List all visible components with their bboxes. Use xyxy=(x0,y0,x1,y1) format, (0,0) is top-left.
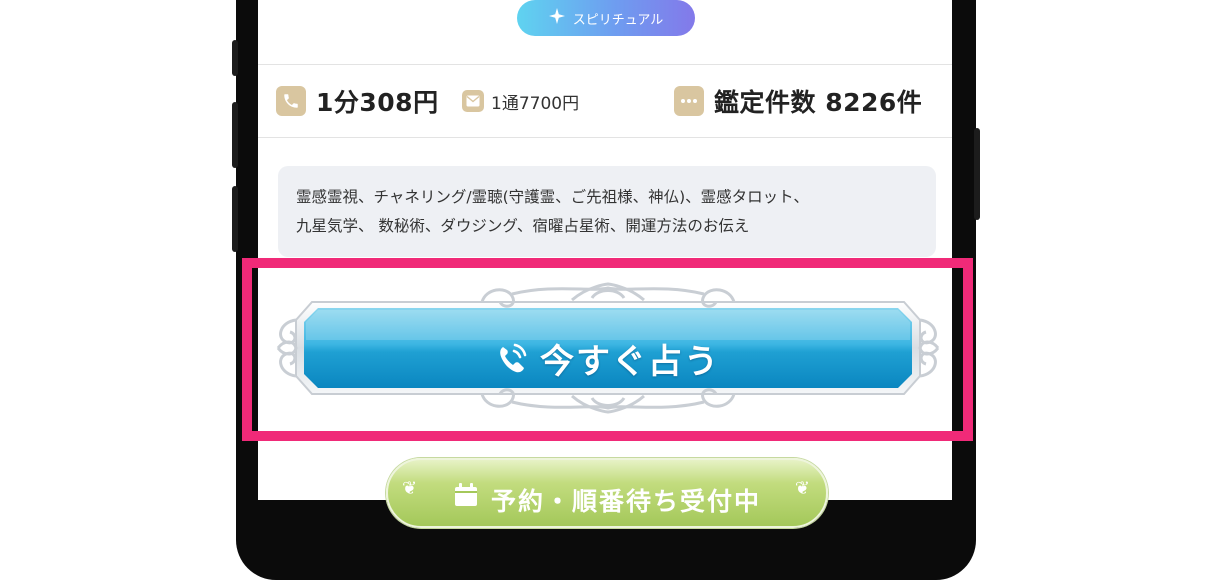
skills-box: 霊感霊視、チャネリング/霊聴(守護霊、ご先祖様、神仏)、霊感タロット、 九星気学… xyxy=(278,166,936,257)
chat-bubble-icon xyxy=(674,86,704,116)
phone-side-button xyxy=(232,40,238,76)
phone-price: 1分308円 xyxy=(276,84,439,118)
mail-icon xyxy=(462,90,484,112)
sparkle-icon xyxy=(548,8,565,28)
ornament-icon: ❦ xyxy=(794,478,812,499)
phone-side-button xyxy=(974,128,980,220)
category-tag-label: スピリチュアル xyxy=(572,12,664,28)
phone-icon xyxy=(276,86,306,116)
skills-line: 九星気学、 数秘術、ダウジング、宿曜占星術、開運方法のお伝え xyxy=(296,217,750,235)
phone-side-button xyxy=(232,102,238,168)
mail-price-value: 1通7700円 xyxy=(491,93,580,114)
ornament-icon: ❦ xyxy=(402,478,420,499)
divider xyxy=(258,137,952,138)
category-tag[interactable]: スピリチュアル xyxy=(517,0,695,36)
calendar-icon xyxy=(453,482,479,508)
phone-price-value: 1分308円 xyxy=(316,88,439,117)
reservation-label: 予約・順番待ち受付中 xyxy=(490,487,761,516)
mail-price: 1通7700円 xyxy=(462,84,579,118)
skills-line: 霊感霊視、チャネリング/霊聴(守護霊、ご先祖様、神仏)、霊感タロット、 xyxy=(296,188,809,206)
divider xyxy=(258,64,952,65)
reading-count: 鑑定件数 8226件 xyxy=(674,84,922,118)
highlight-callout-box xyxy=(242,258,973,441)
reservation-button[interactable]: ❦ 予約・順番待ち受付中 ❦ xyxy=(386,458,828,528)
reading-count-value: 鑑定件数 8226件 xyxy=(714,88,923,117)
phone-side-button xyxy=(232,186,238,252)
